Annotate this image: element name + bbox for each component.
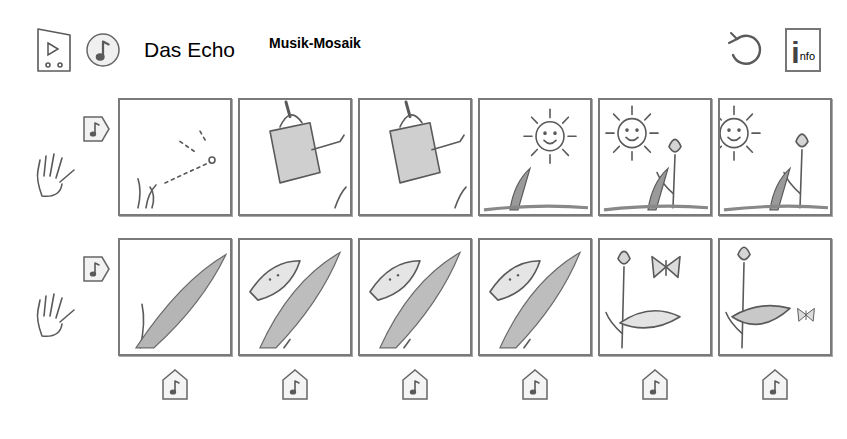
tile-picture-icon: [240, 100, 350, 214]
column-note-button[interactable]: [718, 368, 832, 402]
mosaic-tile[interactable]: [718, 98, 832, 216]
column-note-button-icon[interactable]: [760, 368, 790, 402]
mosaic-tile[interactable]: [598, 98, 712, 216]
mosaic-tile[interactable]: [238, 238, 352, 356]
track-controls: [0, 98, 118, 216]
play-row-note-icon[interactable]: [80, 254, 112, 284]
column-note-button-icon[interactable]: [400, 368, 430, 402]
app-title: Das Echo: [144, 34, 235, 66]
tile-picture-icon: [480, 100, 590, 214]
column-note-button[interactable]: [478, 368, 592, 402]
column-note-button[interactable]: [358, 368, 472, 402]
column-note-button-icon[interactable]: [160, 368, 190, 402]
tile-picture-icon: [360, 240, 470, 354]
hand-icon[interactable]: [30, 150, 80, 200]
tile-picture-icon: [240, 240, 350, 354]
track-row: [0, 238, 847, 356]
mosaic-tile[interactable]: [358, 98, 472, 216]
track-controls: [0, 238, 118, 356]
mosaic-tile[interactable]: [358, 238, 472, 356]
column-buttons: [0, 368, 847, 402]
tile-picture-icon: [600, 100, 710, 214]
mosaic-tile[interactable]: [238, 98, 352, 216]
hand-icon[interactable]: [30, 290, 80, 340]
player-device-icon[interactable]: [34, 25, 74, 75]
tracks: [0, 98, 847, 356]
mosaic-tile[interactable]: [598, 238, 712, 356]
mosaic-tile[interactable]: [478, 98, 592, 216]
tile-picture-icon: [720, 100, 830, 214]
undo-icon[interactable]: [723, 27, 769, 73]
mosaic-tile[interactable]: [478, 238, 592, 356]
column-note-button[interactable]: [118, 368, 232, 402]
play-row-note-icon[interactable]: [80, 114, 112, 144]
mosaic-tile[interactable]: [718, 238, 832, 356]
tile-grid: [118, 98, 832, 216]
mosaic-tile[interactable]: [118, 238, 232, 356]
music-note-icon[interactable]: [84, 31, 122, 69]
track-row: [0, 98, 847, 216]
column-note-button-icon[interactable]: [280, 368, 310, 402]
tile-picture-icon: [600, 240, 710, 354]
tile-picture-icon: [120, 240, 230, 354]
info-button[interactable]: info: [785, 28, 821, 72]
column-note-button[interactable]: [598, 368, 712, 402]
tile-picture-icon: [360, 100, 470, 214]
app-window: Das Echo Musik-Mosaik info: [0, 0, 847, 439]
column-note-button-icon[interactable]: [640, 368, 670, 402]
info-rest: nfo: [800, 51, 815, 68]
column-note-button-icon[interactable]: [520, 368, 550, 402]
tile-picture-icon: [120, 100, 230, 214]
tile-picture-icon: [480, 240, 590, 354]
tile-picture-icon: [720, 240, 830, 354]
column-note-button[interactable]: [238, 368, 352, 402]
app-subtitle: Musik-Mosaik: [269, 33, 361, 54]
mosaic-tile[interactable]: [118, 98, 232, 216]
top-bar: Das Echo Musik-Mosaik info: [0, 0, 847, 80]
info-mark: i: [791, 38, 799, 68]
tile-grid: [118, 238, 832, 356]
